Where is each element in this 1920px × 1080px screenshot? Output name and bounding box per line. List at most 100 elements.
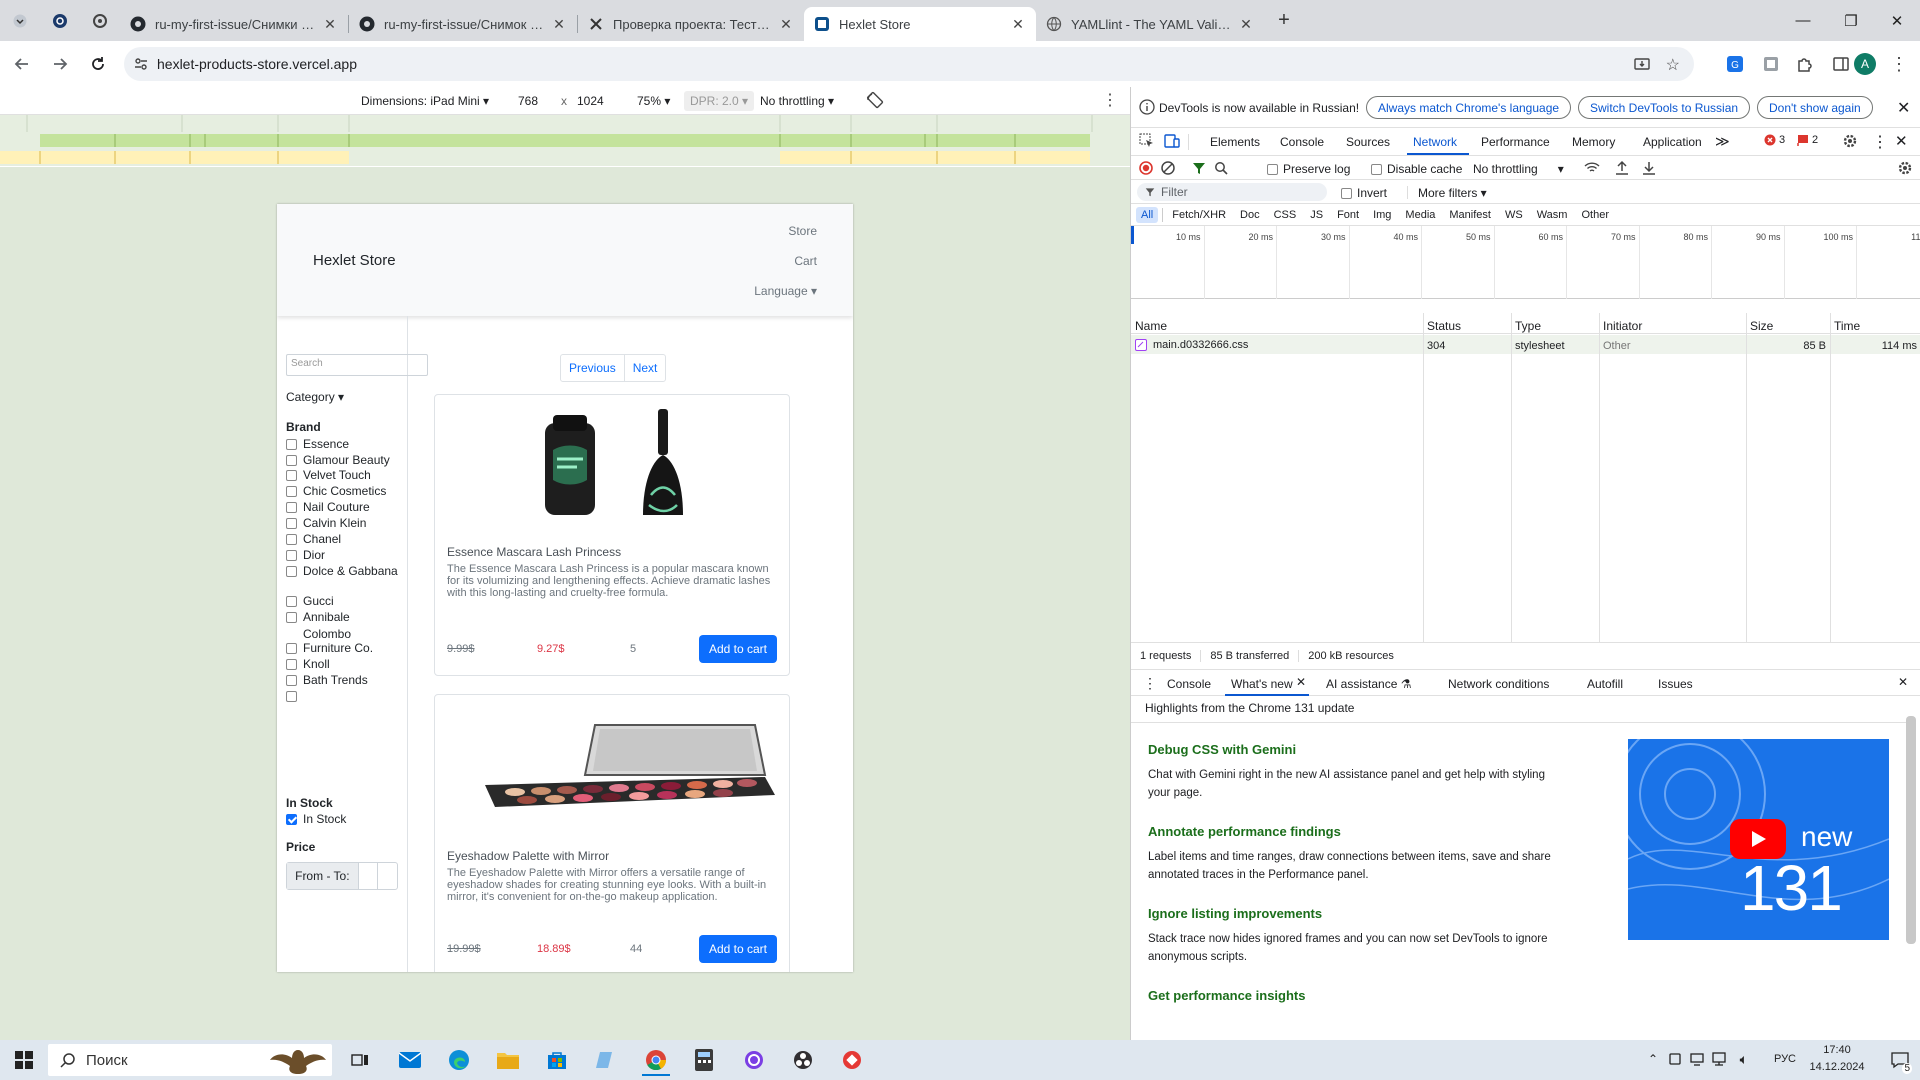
tray-device-icon[interactable] bbox=[1668, 1052, 1682, 1066]
import-har-icon[interactable] bbox=[1615, 160, 1629, 176]
warnings-counter[interactable]: 2 bbox=[1797, 134, 1818, 146]
back-button[interactable] bbox=[6, 48, 38, 80]
add-to-cart-button[interactable]: Add to cart bbox=[699, 635, 777, 663]
notifications-button[interactable]: 5 bbox=[1890, 1050, 1912, 1074]
inspect-element-icon[interactable] bbox=[1139, 133, 1155, 149]
restore-window-button[interactable]: ❐ bbox=[1828, 0, 1874, 41]
close-devtools-icon[interactable]: ✕ bbox=[1895, 132, 1908, 150]
tray-chevron-up-icon[interactable]: ⌃ bbox=[1648, 1052, 1658, 1066]
device-width-input[interactable]: 768 bbox=[518, 94, 538, 108]
chrome-app[interactable] bbox=[636, 1044, 676, 1076]
disable-cache-checkbox[interactable]: Disable cache bbox=[1371, 162, 1462, 176]
dpr-select[interactable]: DPR: 2.0 ▾ bbox=[684, 91, 755, 111]
search-input[interactable]: Search bbox=[286, 354, 428, 376]
type-filter-img[interactable]: Img bbox=[1368, 207, 1396, 223]
checkbox[interactable] bbox=[286, 612, 297, 623]
checkbox[interactable] bbox=[1371, 163, 1382, 175]
preserve-log-checkbox[interactable]: Preserve log bbox=[1267, 162, 1350, 176]
clock-date[interactable]: 14.12.2024 bbox=[1802, 1061, 1872, 1073]
column-status[interactable]: Status bbox=[1423, 313, 1511, 334]
zoom-select[interactable]: 75% ▾ bbox=[637, 94, 670, 108]
brand-filter-item[interactable]: Chanel bbox=[286, 531, 398, 548]
tab-yamllint[interactable]: YAMLlint - The YAML Validator ✕ bbox=[1036, 7, 1264, 41]
devtools-menu-icon[interactable]: ⋮ bbox=[1872, 132, 1888, 152]
checkbox[interactable] bbox=[286, 502, 297, 513]
nav-store-link[interactable]: Store bbox=[788, 224, 817, 238]
request-name[interactable]: main.d0332666.css bbox=[1153, 339, 1248, 351]
close-window-button[interactable]: ✕ bbox=[1874, 0, 1920, 41]
store-brand[interactable]: Hexlet Store bbox=[313, 252, 396, 269]
previous-page-button[interactable]: Previous bbox=[561, 355, 625, 381]
settings-gear-icon[interactable] bbox=[1842, 133, 1858, 149]
tab-sources[interactable]: Sources bbox=[1346, 135, 1390, 149]
type-filter-wasm[interactable]: Wasm bbox=[1532, 207, 1573, 223]
type-filter-css[interactable]: CSS bbox=[1269, 207, 1302, 223]
record-icon[interactable] bbox=[1139, 161, 1153, 175]
close-drawer-icon[interactable]: ✕ bbox=[1898, 675, 1908, 689]
mail-app[interactable] bbox=[390, 1044, 430, 1076]
type-filter-all[interactable]: All bbox=[1136, 206, 1159, 223]
tab-github-1[interactable]: ru-my-first-issue/Снимки экра ✕ bbox=[120, 7, 348, 41]
dont-show-again-button[interactable]: Don't show again bbox=[1757, 96, 1873, 119]
product-title[interactable]: Essence Mascara Lash Princess bbox=[447, 545, 621, 559]
price-to-field[interactable] bbox=[377, 863, 397, 889]
nav-language-dropdown[interactable]: Language ▾ bbox=[754, 284, 817, 298]
volume-icon[interactable]: 🔈︎ bbox=[1740, 1051, 1748, 1068]
device-height-input[interactable]: 1024 bbox=[577, 94, 604, 108]
whats-new-section-title[interactable]: Annotate performance findings bbox=[1148, 824, 1341, 839]
close-banner-icon[interactable]: ✕ bbox=[1897, 98, 1910, 118]
store-app[interactable] bbox=[537, 1044, 577, 1076]
brand-filter-item[interactable]: Dior bbox=[286, 547, 398, 564]
price-from-field[interactable] bbox=[357, 863, 378, 889]
device-dimensions-select[interactable]: Dimensions: iPad Mini ▾ bbox=[361, 94, 489, 108]
brand-filter-item[interactable]: Knoll bbox=[286, 656, 398, 673]
brand-filter-item[interactable] bbox=[286, 688, 398, 702]
close-tab-icon[interactable]: ✕ bbox=[1238, 16, 1254, 32]
nav-cart-link[interactable]: Cart bbox=[794, 254, 817, 268]
device-toolbar-more-icon[interactable]: ⋮ bbox=[1102, 90, 1118, 110]
file-explorer-app[interactable] bbox=[488, 1044, 528, 1076]
column-name[interactable]: Name bbox=[1131, 313, 1423, 334]
brand-filter-item[interactable]: Bath Trends bbox=[286, 672, 398, 689]
network-settings-icon[interactable] bbox=[1897, 160, 1913, 176]
close-tab-icon[interactable]: ✕ bbox=[322, 16, 338, 32]
checkbox[interactable] bbox=[286, 659, 297, 670]
checkbox[interactable] bbox=[286, 596, 297, 607]
tab-github-2[interactable]: ru-my-first-issue/Снимок экра ✕ bbox=[349, 7, 577, 41]
column-time[interactable]: Time bbox=[1830, 313, 1920, 334]
calculator-app[interactable] bbox=[684, 1044, 724, 1076]
brand-filter-item[interactable]: Essence bbox=[286, 436, 398, 453]
checkbox[interactable] bbox=[286, 643, 297, 654]
search-icon[interactable] bbox=[1214, 161, 1228, 175]
taskbar-search-box[interactable]: Поиск bbox=[48, 1044, 332, 1076]
close-tab-icon[interactable]: ✕ bbox=[551, 16, 567, 32]
checkbox[interactable] bbox=[1341, 187, 1352, 199]
checkbox[interactable] bbox=[286, 486, 297, 497]
checkbox[interactable] bbox=[286, 534, 297, 545]
brand-filter-item[interactable]: Dolce & Gabbana bbox=[286, 563, 398, 580]
clock-time[interactable]: 17:40 bbox=[1802, 1044, 1872, 1056]
start-button[interactable] bbox=[4, 1044, 44, 1076]
address-bar[interactable]: hexlet-products-store.vercel.app ☆ bbox=[124, 47, 1694, 81]
drawer-tab-issues[interactable]: Issues bbox=[1658, 677, 1693, 691]
add-to-cart-button[interactable]: Add to cart bbox=[699, 935, 777, 963]
keyboard-language[interactable]: РУС bbox=[1774, 1053, 1796, 1065]
tab-project-check[interactable]: Проверка проекта: Тестирова ✕ bbox=[578, 7, 804, 41]
errors-counter[interactable]: 3 bbox=[1764, 134, 1785, 146]
product-title[interactable]: Eyeshadow Palette with Mirror bbox=[447, 849, 609, 863]
more-tabs-icon[interactable]: ≫ bbox=[1715, 133, 1730, 150]
more-filters-dropdown[interactable]: More filters ▾ bbox=[1418, 186, 1487, 200]
drawer-tab-ai-assistance[interactable]: AI assistance ⚗ bbox=[1326, 677, 1411, 691]
column-type[interactable]: Type bbox=[1511, 313, 1599, 334]
anydesk-app[interactable] bbox=[832, 1044, 872, 1076]
checkbox[interactable] bbox=[286, 566, 297, 577]
column-size[interactable]: Size bbox=[1746, 313, 1830, 334]
brand-filter-item[interactable]: Velvet Touch bbox=[286, 467, 398, 484]
drawer-tab-autofill[interactable]: Autofill bbox=[1587, 677, 1623, 691]
network-conditions-icon[interactable] bbox=[1584, 161, 1600, 175]
checkbox[interactable] bbox=[286, 470, 297, 481]
install-app-icon[interactable] bbox=[1634, 56, 1650, 72]
filter-funnel-icon[interactable] bbox=[1192, 161, 1206, 175]
cortana-app[interactable] bbox=[734, 1044, 774, 1076]
column-initiator[interactable]: Initiator bbox=[1599, 313, 1746, 334]
